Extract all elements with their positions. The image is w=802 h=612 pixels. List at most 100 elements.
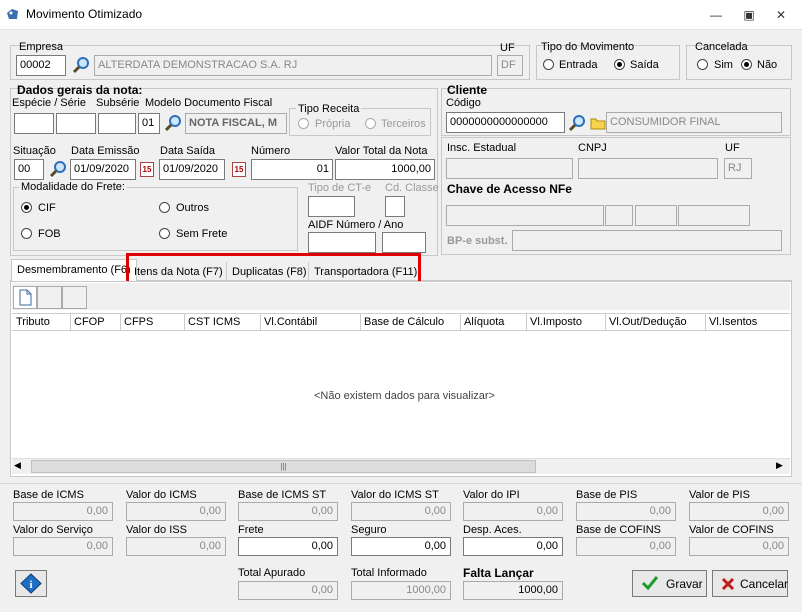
gravar-button[interactable]: Gravar [632,570,707,597]
empresa-uf-field: DF [497,55,523,76]
sem-frete-radio[interactable] [159,228,170,239]
gravar-label: Gravar [666,577,703,591]
close-icon[interactable]: ✕ [771,6,791,24]
valor-icms-st-field: 0,00 [351,502,451,521]
valor-iss-field: 0,00 [126,537,226,556]
scroll-thumb[interactable]: ||| [31,460,536,473]
grid-toolbar-button-3[interactable] [62,286,87,309]
col-vl-imposto[interactable]: Vl.Imposto [527,314,606,330]
insc-estadual-label: Insc. Estadual [447,142,517,154]
chave-field-1 [446,205,604,226]
modelo-search-icon[interactable] [164,114,182,132]
data-emissao-calendar-icon[interactable]: 15 [140,162,154,177]
entrada-label: Entrada [559,59,598,71]
empresa-search-icon[interactable] [72,56,90,74]
cliente-search-icon[interactable] [568,114,586,132]
title-bar: Movimento Otimizado — ▣ ✕ [0,0,802,30]
desp-aces-input[interactable]: 0,00 [463,537,563,556]
cancelada-sim-label: Sim [714,59,733,71]
terceiros-radio[interactable] [365,118,376,129]
aidf-ano-input[interactable] [382,232,426,253]
col-cst-icms[interactable]: CST ICMS [185,314,261,330]
folder-icon[interactable] [590,116,606,130]
valor-cofins-label: Valor de COFINS [689,524,774,536]
info-button[interactable]: i [15,570,47,597]
total-informado-label: Total Informado [351,567,427,579]
insc-estadual-field [446,158,573,179]
base-cofins-field: 0,00 [576,537,676,556]
new-document-button[interactable] [13,286,37,309]
seguro-input[interactable]: 0,00 [351,537,451,556]
outros-label: Outros [176,202,210,214]
valor-total-label: Valor Total da Nota [335,145,428,157]
total-apurado-label: Total Apurado [238,567,306,579]
outros-radio[interactable] [159,202,170,213]
aidf-numero-input[interactable] [308,232,376,253]
totals-panel [0,483,802,484]
cancelada-nao-radio[interactable] [741,59,752,70]
especie-serie-label: Espécie / Série [12,97,86,109]
valor-cofins-field: 0,00 [689,537,789,556]
entrada-radio[interactable] [543,59,554,70]
frete-input[interactable]: 0,00 [238,537,338,556]
empresa-uf-label: UF [500,42,515,54]
cancelada-label: Cancelada [695,41,748,53]
propria-radio[interactable] [298,118,309,129]
col-cfop[interactable]: CFOP [71,314,121,330]
col-cfps[interactable]: CFPS [121,314,185,330]
grid-toolbar-button-2[interactable] [37,286,62,309]
cancelada-sim-radio[interactable] [697,59,708,70]
cd-classe-input[interactable] [385,196,405,217]
cancelar-button[interactable]: Cancelar [712,570,788,597]
base-pis-label: Base de PIS [576,489,638,501]
situacao-search-icon[interactable] [49,160,67,178]
cif-label: CIF [38,202,56,214]
scroll-right-icon[interactable]: ▶ [776,460,783,471]
minimize-icon[interactable]: — [706,6,726,24]
data-emissao-input[interactable]: 01/09/2020 [70,159,136,180]
cliente-label: Cliente [447,83,488,97]
tipo-cte-input[interactable] [308,196,355,217]
app-icon [6,7,20,21]
data-saida-input[interactable]: 01/09/2020 [159,159,225,180]
numero-input[interactable]: 01 [251,159,333,180]
cif-radio[interactable] [21,202,32,213]
cnpj-field [578,158,718,179]
maximize-icon[interactable]: ▣ [739,6,759,24]
valor-total-input[interactable]: 1000,00 [335,159,435,180]
saida-radio[interactable] [614,59,625,70]
grid-toolbar [12,283,790,310]
col-aliquota[interactable]: Alíquota [461,314,527,330]
data-saida-calendar-icon[interactable]: 15 [232,162,246,177]
col-base-calculo[interactable]: Base de Cálculo [361,314,461,330]
subserie-input[interactable] [98,113,136,134]
chave-field-4 [678,205,750,226]
modelo-code-input[interactable]: 01 [138,113,160,134]
empresa-code-input[interactable]: 00002 [16,55,66,76]
subserie-label: Subsérie [96,97,140,109]
empresa-name-field: ALTERDATA DEMONSTRACAO S.A. RJ [94,55,492,76]
cliente-codigo-input[interactable]: 0000000000000000 [446,112,565,133]
fob-radio[interactable] [21,228,32,239]
col-vl-out-deducao[interactable]: Vl.Out/Dedução [606,314,706,330]
frete-label: Frete [238,524,264,536]
col-vl-isentos[interactable]: Vl.Isentos [706,314,790,330]
chave-field-2 [605,205,633,226]
empresa-label: Empresa [19,41,64,53]
seguro-label: Seguro [351,524,387,536]
chave-acesso-label: Chave de Acesso NFe [447,182,572,196]
col-vl-contabil[interactable]: Vl.Contábil [261,314,361,330]
tipo-movimento-label: Tipo do Movimento [541,41,635,53]
cliente-uf-field: RJ [724,158,752,179]
aidf-label: AIDF Número / Ano [308,219,404,231]
valor-pis-label: Valor de PIS [689,489,750,501]
total-informado-field: 1000,00 [351,581,451,600]
situacao-input[interactable]: 00 [14,159,44,180]
valor-ipi-field: 0,00 [463,502,563,521]
especie-input[interactable] [14,113,54,134]
scroll-left-icon[interactable]: ◀ [14,460,21,471]
col-tributo[interactable]: Tributo [13,314,71,330]
serie-input[interactable] [56,113,96,134]
tab-desmembramento[interactable]: Desmembramento (F6) [11,259,137,282]
cnpj-label: CNPJ [578,142,607,154]
